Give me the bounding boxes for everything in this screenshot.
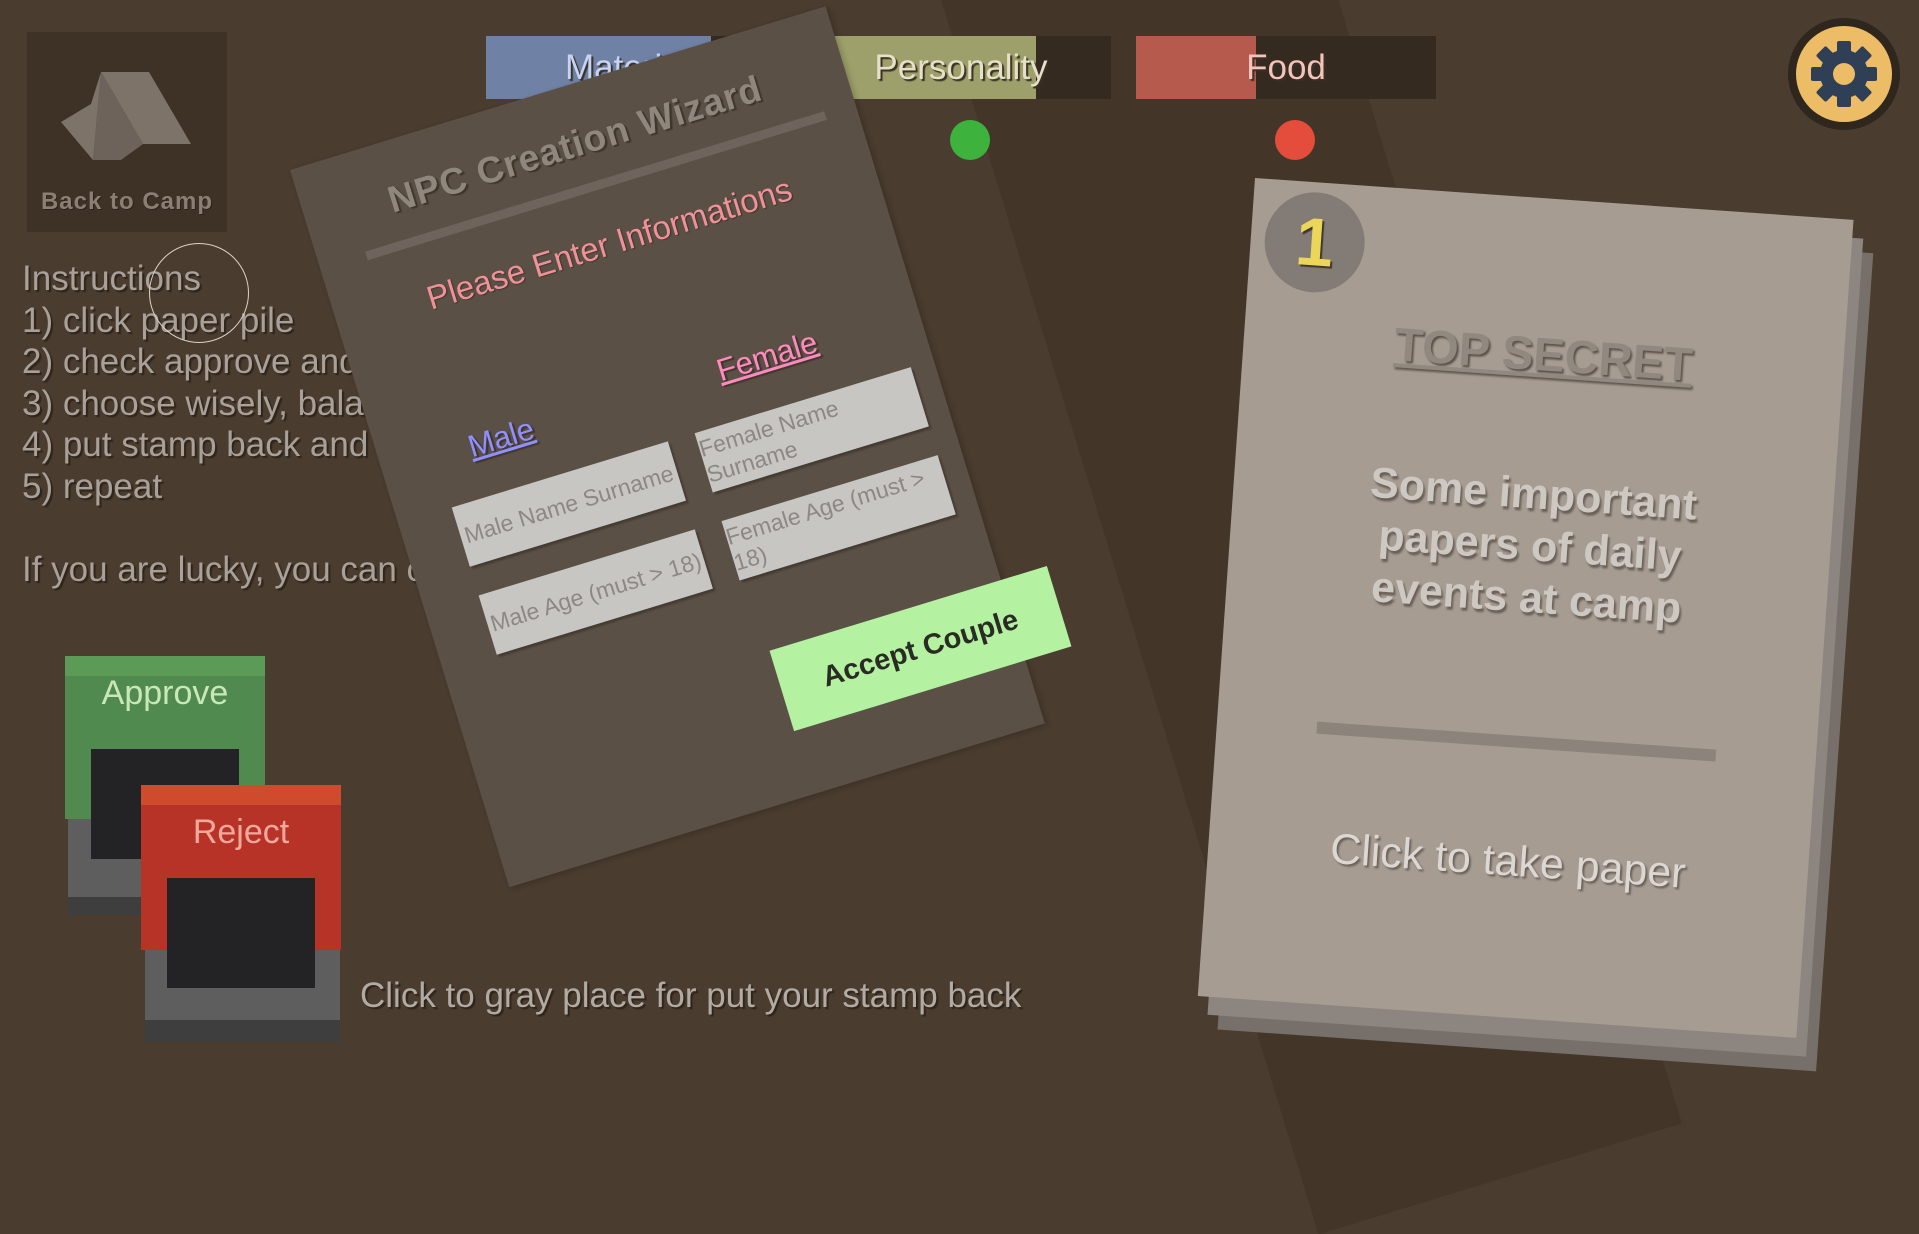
settings-button[interactable]	[1788, 18, 1900, 130]
back-to-camp-label: Back to Camp	[40, 188, 214, 215]
gear-icon	[1796, 26, 1892, 122]
take-paper-label: Click to take paper	[1328, 824, 1688, 898]
back-to-camp-button[interactable]: Back to Camp	[27, 32, 227, 232]
stamp-hint: Click to gray place for put your stamp b…	[360, 976, 1022, 1015]
paper-count-badge: 1	[1261, 188, 1369, 296]
paper-description: Some important papers of daily events at…	[1368, 458, 1699, 633]
food-bar: Food	[1136, 36, 1436, 99]
paper-pile[interactable]: 1 TOP SECRET Some important papers of da…	[1197, 178, 1874, 1072]
tent-icon	[61, 72, 191, 160]
paper-sheet-top[interactable]: 1 TOP SECRET Some important papers of da…	[1197, 178, 1854, 1038]
approve-label: Approve	[101, 674, 229, 712]
female-label: Female	[712, 324, 822, 389]
npc-creation-wizard[interactable]: NPC Creation Wizard Please Enter Informa…	[290, 6, 1072, 888]
reject-label: Reject	[192, 813, 290, 851]
personality-label: Personality	[874, 47, 1048, 87]
reject-stamp[interactable]: Reject	[141, 785, 341, 988]
reject-stamp-pad	[167, 878, 315, 988]
paper-divider	[1316, 721, 1717, 762]
food-label: Food	[1246, 47, 1326, 87]
male-label: Male	[463, 410, 539, 465]
cursor-ring	[149, 243, 249, 343]
personality-indicator	[950, 120, 990, 160]
food-indicator	[1275, 120, 1315, 160]
accept-couple-button[interactable]: Accept Couple	[769, 566, 1072, 732]
top-secret-heading: TOP SECRET	[1392, 317, 1695, 391]
personality-bar: Personality	[811, 36, 1111, 99]
